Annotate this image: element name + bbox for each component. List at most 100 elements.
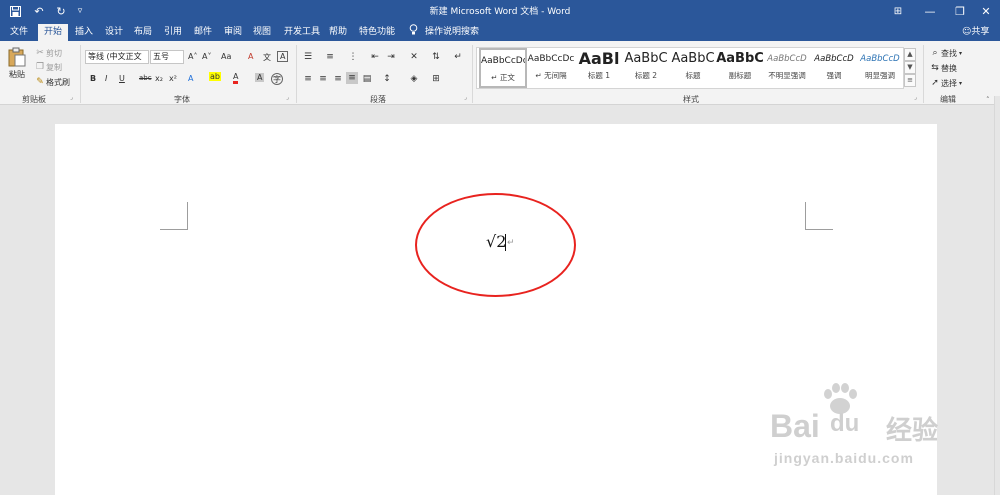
font-dialog-launcher-icon[interactable]: ⌟ [286,94,289,101]
align-left-button[interactable]: ≡ [302,73,314,85]
tab-review[interactable]: 审阅 [222,24,244,41]
numbered-list-icon: ≡ [326,52,334,62]
align-right-button[interactable]: ≡ [332,73,344,85]
underline-button[interactable]: U [119,74,125,83]
vertical-scrollbar[interactable] [994,96,1000,495]
enclose-characters-button[interactable]: 字 [271,73,283,85]
sort-button[interactable]: ⇅ [430,51,442,63]
font-color-button[interactable]: A [233,72,239,84]
tab-insert[interactable]: 插入 [73,24,95,41]
ribbon-display-options-button[interactable]: ⊞ [884,2,912,20]
format-painter-button[interactable]: ✎ 格式刷 [34,76,70,88]
change-case-button[interactable]: Aa [221,52,231,61]
style-subtitle[interactable]: AaBbC 副标题 [716,48,764,88]
font-size-select[interactable]: 五号 [150,50,184,64]
find-button[interactable]: ⌕ 查找 ▾ [929,47,962,59]
font-name-select[interactable]: 等线 (中文正文 [85,50,149,64]
tab-home[interactable]: 开始 [38,24,69,41]
multilevel-list-button[interactable]: ⋮ [347,51,359,63]
shading-button[interactable]: ◈ [408,73,420,85]
select-button[interactable]: ➚ 选择 ▾ [929,77,962,89]
minimize-button[interactable]: — [916,2,944,20]
style-heading-1[interactable]: AaBl 标题 1 [575,48,623,88]
styles-scroll-up-icon[interactable]: ▲ [904,48,916,61]
style-subtle-emphasis[interactable]: AaBbCcD 不明显强调 [763,48,811,88]
style-intense-emphasis[interactable]: AaBbCcD 明显强调 [856,48,904,88]
styles-group-label: 样式 [683,95,699,104]
style-no-spacing[interactable]: AaBbCcDc ↵ 无间隔 [527,48,575,88]
align-center-button[interactable]: ≡ [317,73,329,85]
tell-me-search[interactable]: 操作说明搜索 [423,24,481,41]
multilevel-list-icon: ⋮ [348,52,358,62]
tab-view[interactable]: 视图 [251,24,273,41]
borders-button[interactable]: ⊞ [430,73,442,85]
replace-icon: ⇆ [931,63,939,73]
tab-mailings[interactable]: 邮件 [192,24,214,41]
distributed-icon: ▤ [362,74,372,84]
style-title[interactable]: AaBbC 标题 [669,48,717,88]
bold-button[interactable]: B [90,74,96,83]
margin-corner-top-left [160,202,188,230]
clipboard-dialog-launcher-icon[interactable]: ⌟ [70,94,73,101]
phonetic-guide-button[interactable]: 文 [263,52,271,63]
styles-scroll-down-icon[interactable]: ▼ [904,61,916,74]
tab-file[interactable]: 文件 [8,24,30,41]
bullets-button[interactable]: ☰ [302,51,314,63]
strikethrough-button[interactable]: abc [139,74,152,82]
sort-icon: ⇅ [432,52,440,62]
decrease-indent-button[interactable]: ⇤ [369,51,381,63]
justify-button[interactable]: ≡ [346,72,358,84]
search-icon: ⌕ [932,48,938,58]
style-emphasis[interactable]: AaBbCcD 强调 [810,48,858,88]
watermark-logo: Bai du 经验 jingyan.baidu.com [770,380,970,480]
subscript-button[interactable]: x₂ [155,74,163,83]
close-button[interactable]: ✕ [972,2,1000,20]
tab-developer[interactable]: 开发工具 [282,24,322,41]
paragraph-group-label: 段落 [370,95,386,104]
paragraph-dialog-launcher-icon[interactable]: ⌟ [464,94,467,101]
tab-help[interactable]: 帮助 [327,24,349,41]
character-shading-button[interactable]: A [255,73,265,82]
style-heading-2[interactable]: AaBbC 标题 2 [622,48,670,88]
window-title: 新建 Microsoft Word 文档 - Word [429,7,571,17]
share-button[interactable]: ☺共享 [960,24,991,41]
borders-icon: ⊞ [432,74,440,84]
character-border-button[interactable]: A [277,51,289,62]
editing-group-label: 编辑 [940,95,956,104]
paste-button[interactable]: 粘贴 [8,47,26,80]
chinese-layout-button[interactable]: ✕ [408,51,420,63]
style-normal[interactable]: AaBbCcDc ↵ 正文 [479,48,527,88]
styles-dialog-launcher-icon[interactable]: ⌟ [914,94,917,101]
collapse-ribbon-icon[interactable]: ˄ [986,96,990,104]
align-right-icon: ≡ [334,74,342,84]
cursor-icon: ➚ [931,78,939,88]
italic-button[interactable]: I [105,74,107,83]
restore-button[interactable]: ❐ [946,2,974,20]
margin-corner-top-right [805,202,833,230]
bullet-list-icon: ☰ [303,52,313,62]
tab-references[interactable]: 引用 [162,24,184,41]
replace-button[interactable]: ⇆ 替换 [929,62,957,74]
tab-special-features[interactable]: 特色功能 [357,24,397,41]
increase-indent-button[interactable]: ⇥ [385,51,397,63]
line-spacing-button[interactable]: ↕ [381,73,393,85]
copy-icon: ❐ [35,62,45,72]
cut-button[interactable]: ✂ 剪切 [34,47,62,59]
distributed-button[interactable]: ▤ [361,73,373,85]
clear-formatting-button[interactable]: A [248,52,253,61]
styles-more-icon[interactable]: ≡ [904,74,916,87]
show-marks-button[interactable]: ↵ [452,51,464,63]
tab-layout[interactable]: 布局 [132,24,154,41]
shrink-font-button[interactable]: A˅ [202,52,211,61]
grow-font-button[interactable]: A˄ [188,52,197,61]
numbering-button[interactable]: ≡ [324,51,336,63]
highlight-color-button[interactable]: ab [209,72,221,81]
superscript-button[interactable]: x² [169,74,177,83]
copy-button[interactable]: ❐ 复制 [34,61,62,73]
square-root-equation[interactable]: √2 [486,232,506,251]
align-left-icon: ≡ [304,74,312,84]
divider [472,45,473,103]
text-effects-button[interactable]: A [188,74,193,83]
title-bar: ↶ ↻ ▿ 新建 Microsoft Word 文档 - Word ⊞ — ❐ … [0,0,1000,22]
tab-design[interactable]: 设计 [103,24,125,41]
